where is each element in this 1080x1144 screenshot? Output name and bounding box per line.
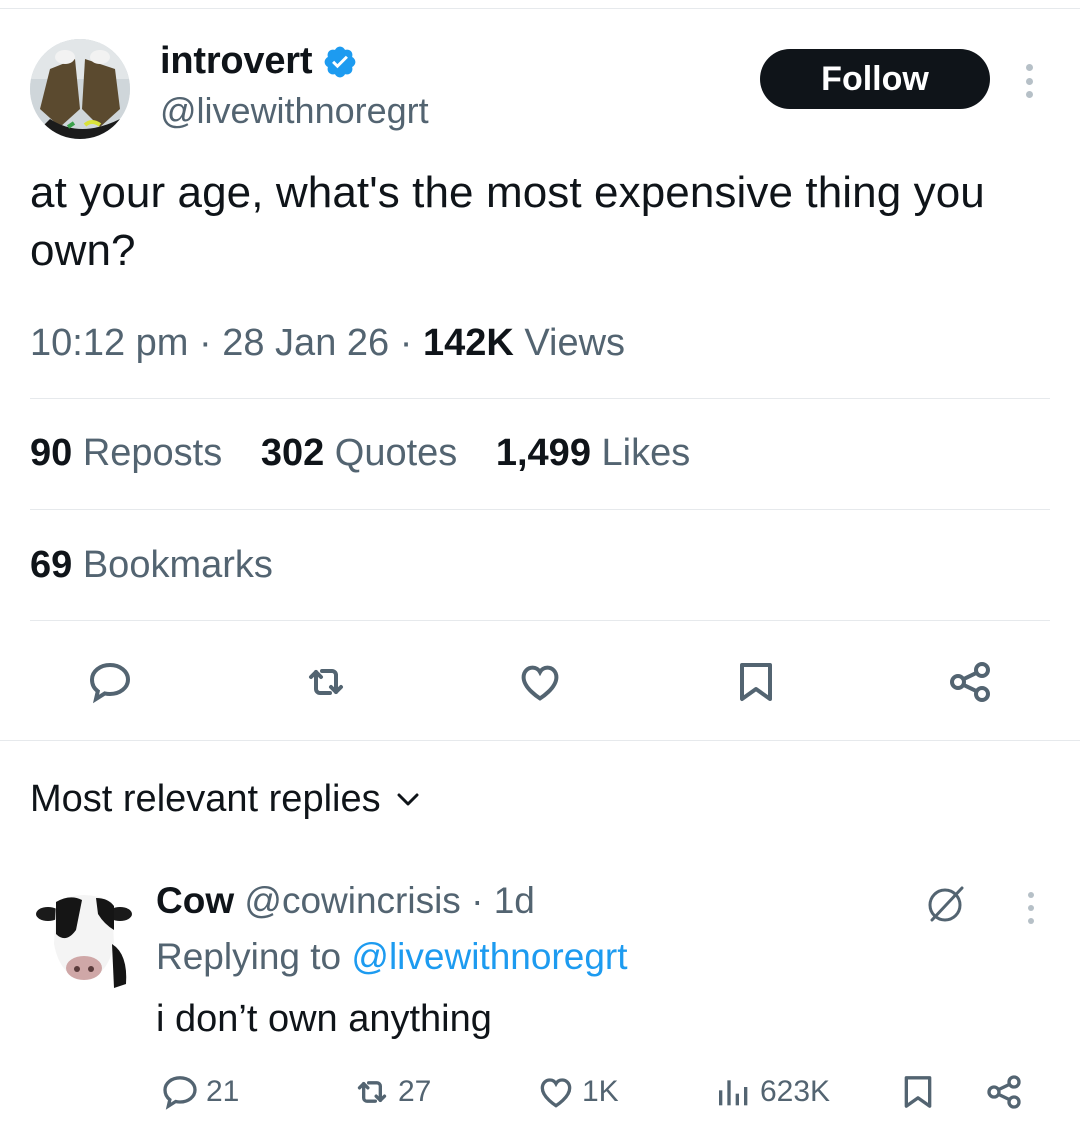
views-chart-icon [719, 1080, 748, 1106]
bookmarks-count: 69 [30, 544, 73, 586]
section-divider [0, 740, 1080, 741]
divider [30, 398, 1050, 399]
quotes-count: 302 [260, 432, 325, 474]
likes-label: Likes [590, 432, 691, 474]
reply-bookmark-action[interactable] [898, 1072, 938, 1112]
bookmark-icon [904, 1076, 932, 1108]
reply-like-count: 1K [582, 1075, 619, 1108]
likes-count: 1,499 [495, 432, 591, 474]
reply-like-action[interactable]: 1K [536, 1072, 619, 1112]
grok-icon[interactable] [920, 880, 970, 930]
replies-sort-label: Most relevant replies [30, 778, 381, 820]
divider [30, 509, 1050, 510]
reply-more-options-icon[interactable] [1023, 892, 1039, 924]
reply-repost-count: 27 [398, 1075, 432, 1108]
reply-views-count: 623K [760, 1075, 831, 1108]
bookmarks-stat[interactable]: 69 Bookmarks [30, 544, 273, 587]
replies-sort-dropdown[interactable]: Most relevant replies [30, 778, 419, 821]
repost-icon [357, 1081, 387, 1103]
post-date[interactable]: 28 Jan 26 [222, 322, 389, 364]
repost-icon[interactable] [300, 656, 352, 708]
engagement-stats: 90 Reposts 302 Quotes 1,499 Likes [30, 432, 718, 475]
meta-separator: · [389, 322, 423, 364]
reply-reply-count: 21 [206, 1075, 240, 1108]
reply-header: Cow @cowincrisis · 1d [156, 880, 535, 922]
author-handle[interactable]: @livewithnoregrt [160, 90, 429, 132]
reply-reply-action[interactable]: 21 [160, 1072, 239, 1112]
reply-text: i don’t own anything [156, 998, 492, 1040]
share-icon[interactable] [944, 656, 996, 708]
replying-to-handle[interactable]: @livewithnoregrt [351, 936, 627, 977]
reply-time[interactable]: 1d [494, 880, 535, 921]
reply-author-name[interactable]: Cow [156, 880, 234, 921]
follow-button[interactable]: Follow [760, 49, 990, 109]
reply-icon[interactable] [84, 656, 136, 708]
bookmark-icon[interactable] [730, 656, 782, 708]
reposts-count: 90 [30, 432, 73, 474]
views-count: 142K [422, 322, 514, 364]
reply-icon [163, 1076, 197, 1110]
author-name[interactable]: introvert [160, 40, 313, 83]
reposts-label: Reposts [72, 432, 223, 474]
post-text: at your age, what's the most expensive t… [30, 168, 985, 275]
likes-stat[interactable]: 1,499 Likes [496, 432, 690, 474]
reply-author-avatar[interactable] [36, 884, 132, 988]
quotes-label: Quotes [324, 432, 458, 474]
reply-author-handle[interactable]: @cowincrisis [244, 880, 460, 921]
meta-separator: · [188, 322, 223, 364]
chevron-down-icon [397, 793, 419, 805]
top-divider [0, 8, 1080, 9]
divider [30, 620, 1050, 621]
post-time[interactable]: 10:12 pm [30, 322, 188, 364]
author-avatar[interactable] [30, 39, 130, 139]
more-options-icon[interactable] [1017, 64, 1041, 98]
reposts-stat[interactable]: 90 Reposts [30, 432, 222, 474]
share-icon [987, 1075, 1021, 1109]
like-icon[interactable] [514, 656, 566, 708]
post-meta: 10:12 pm · 28 Jan 26 · 142K Views [30, 322, 625, 365]
quotes-stat[interactable]: 302 Quotes [261, 432, 457, 474]
verified-badge-icon [322, 44, 358, 80]
views-label: Views [513, 322, 626, 364]
author-name-row: introvert [160, 40, 358, 83]
replying-to: Replying to @livewithnoregrt [156, 936, 628, 978]
reply-views-action[interactable]: 623K [714, 1072, 830, 1112]
like-icon [540, 1078, 572, 1108]
replying-to-prefix: Replying to [156, 936, 352, 977]
reply-repost-action[interactable]: 27 [352, 1072, 431, 1112]
bookmarks-label: Bookmarks [72, 544, 273, 586]
reply-share-action[interactable] [984, 1072, 1024, 1112]
reply-time-separator: · [460, 880, 494, 921]
